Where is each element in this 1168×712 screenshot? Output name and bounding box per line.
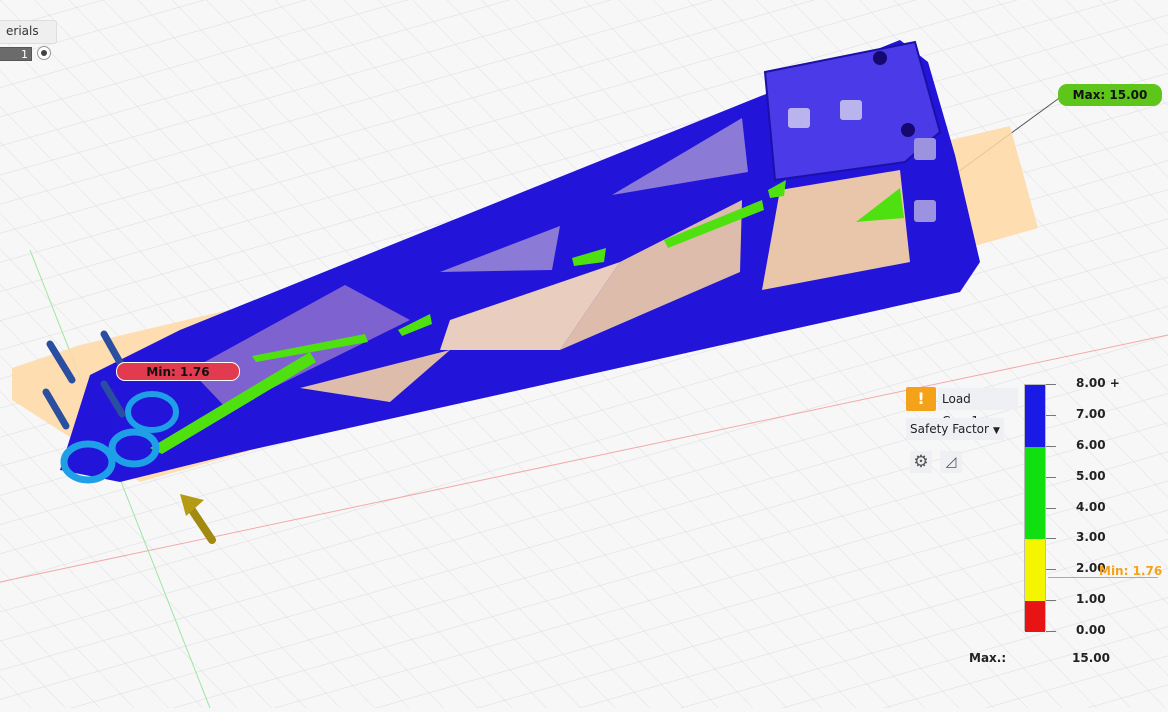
lock-icon <box>840 100 862 120</box>
legend-max-value: 15.00 <box>1072 651 1110 665</box>
legend-tick-mark <box>1046 600 1056 602</box>
legend-tick-label: 5.00 <box>1076 468 1106 483</box>
model-canvas[interactable] <box>0 0 1168 709</box>
fixed-constraint-icon <box>788 108 810 128</box>
legend-tick-label: 4.00 <box>1076 499 1106 514</box>
browser-case-control: 1 <box>0 44 60 66</box>
legend-min-label: Min: 1.76 <box>1099 564 1163 578</box>
browser-tab-label: erials <box>6 24 39 38</box>
legend-tick-label: 1.00 <box>1076 592 1106 607</box>
legend-tick-mark <box>1046 476 1056 478</box>
load-case-dropdown[interactable]: Load Case1▼ <box>938 388 1018 428</box>
legend-color-bar <box>1024 384 1046 632</box>
legend-segment <box>1025 446 1045 540</box>
3d-viewport[interactable] <box>0 0 1168 709</box>
result-type-value: Safety Factor <box>910 422 989 436</box>
max-probe-label[interactable]: Max: 15.00 <box>1058 84 1162 106</box>
legend-tick-mark <box>1046 538 1056 540</box>
bolt-hole <box>873 51 887 65</box>
bolt-hole <box>901 123 915 137</box>
legend-tick-mark <box>1046 569 1056 571</box>
legend-tick-mark <box>1046 507 1056 509</box>
legend-tick-label: 8.00 + <box>1076 376 1120 390</box>
legend-segment <box>1025 539 1045 602</box>
fixed-constraint-icon <box>914 200 936 222</box>
min-probe-label[interactable]: Min: 1.76 <box>116 362 240 381</box>
legend-segment <box>1025 385 1045 447</box>
browser-tab-materials[interactable]: erials <box>0 20 57 44</box>
visibility-radio[interactable] <box>37 46 51 60</box>
legend-tick-label: 3.00 <box>1076 530 1106 545</box>
legend-tick-mark <box>1046 631 1056 632</box>
gear-icon[interactable]: ⚙ <box>910 451 932 473</box>
fixed-constraint-icon <box>914 138 936 160</box>
results-panel: ! Load Case1▼ Safety Factor▼ ⚙ ◿ <box>906 385 1018 475</box>
legend-tick-label: 0.00 <box>1076 623 1106 637</box>
legend-segment <box>1025 601 1045 632</box>
legend-tick-label: 7.00 <box>1076 406 1106 421</box>
ruler-icon[interactable]: ◿ <box>940 451 962 473</box>
legend-tick-mark <box>1046 384 1056 385</box>
result-type-dropdown[interactable]: Safety Factor ▼ <box>906 418 1004 440</box>
legend-max-label: Max.: <box>969 651 1007 665</box>
legend-tick-label: 6.00 <box>1076 437 1106 452</box>
legend-tick-mark <box>1046 414 1056 416</box>
caret-down-icon: ▼ <box>992 426 1000 436</box>
case-number[interactable]: 1 <box>0 47 32 61</box>
legend-tick-mark <box>1046 445 1056 447</box>
warning-icon[interactable]: ! <box>906 387 936 411</box>
